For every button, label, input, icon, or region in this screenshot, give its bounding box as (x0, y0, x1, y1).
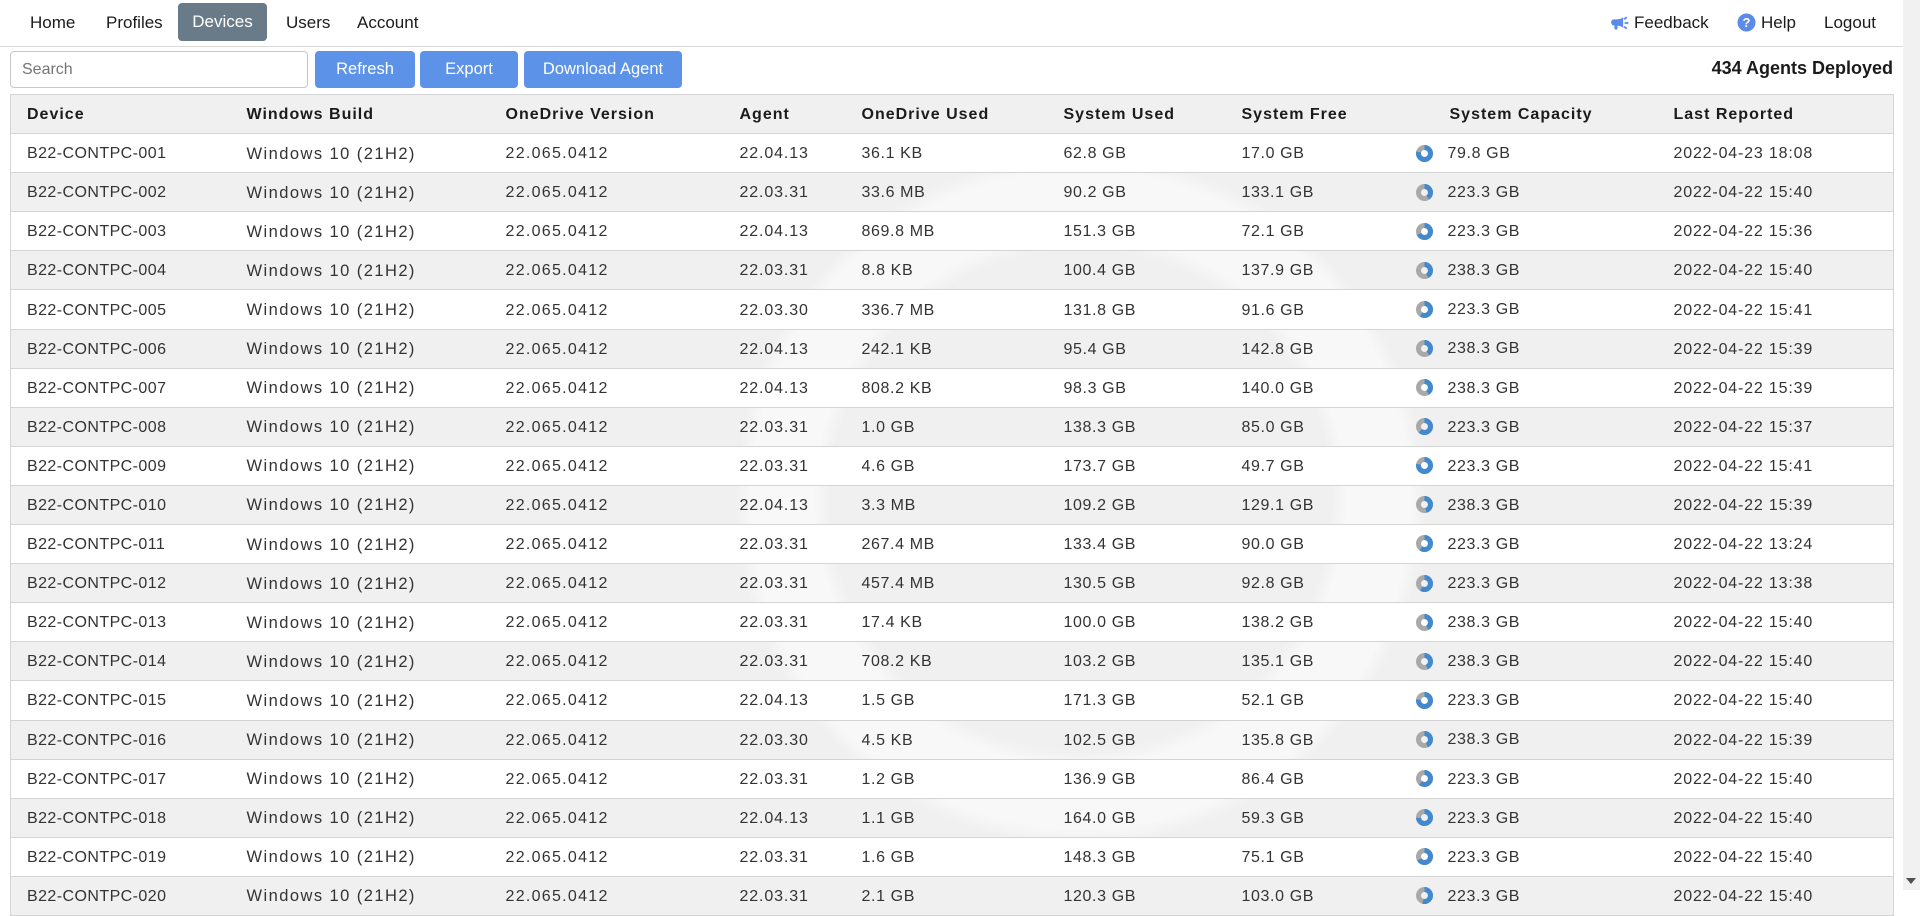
svg-text:?: ? (1743, 15, 1751, 30)
